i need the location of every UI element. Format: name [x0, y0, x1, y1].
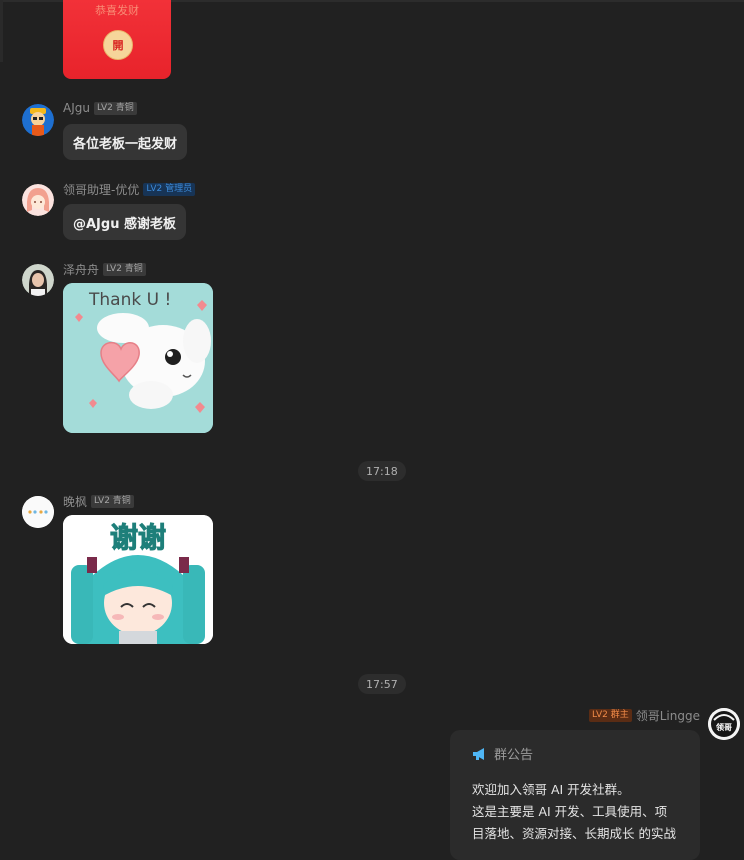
avatar-logo-icon: 领哥: [708, 708, 740, 740]
notice-line: 目落地、资源对接、长期成长 的实战: [472, 826, 676, 841]
message-bubble[interactable]: @AJgu 感谢老板: [63, 204, 186, 240]
thank-you-dog-sticker: Thank U !: [63, 283, 213, 433]
level-badge: LV2 青铜: [93, 101, 137, 115]
owner-badge: LV2 群主: [588, 709, 632, 722]
avatar[interactable]: 领哥: [708, 708, 740, 740]
group-notice-card[interactable]: 群公告 欢迎加入领哥 AI 开发社群。 这是主要是 AI 开发、工具使用、项 目…: [450, 730, 700, 860]
avatar-cartoon-icon: [22, 104, 54, 136]
sticker-caption: Thank U !: [88, 290, 171, 310]
avatar[interactable]: [22, 264, 54, 296]
notice-line: 这是主要是 AI 开发、工具使用、项: [472, 804, 668, 819]
avatar-flower-icon: [22, 496, 54, 528]
svg-text:领哥: 领哥: [716, 722, 732, 732]
notice-line: 欢迎加入领哥 AI 开发社群。: [472, 782, 630, 797]
red-packet-open-button[interactable]: 開: [103, 30, 133, 60]
sender-name[interactable]: 晚枫: [63, 493, 87, 510]
avatar-photo-icon: [22, 264, 54, 296]
timestamp-divider: 17:18: [358, 461, 406, 481]
scroll-edge: [0, 0, 3, 62]
avatar-girl-icon: [22, 184, 54, 216]
sticker-image[interactable]: 谢谢: [63, 515, 213, 644]
admin-badge: LV2 管理员: [143, 183, 196, 196]
red-packet-card[interactable]: 恭喜发财 開: [63, 0, 171, 79]
red-packet-caption: 恭喜发财: [95, 4, 139, 17]
sticker-image[interactable]: Thank U !: [63, 283, 213, 433]
notice-body: 欢迎加入领哥 AI 开发社群。 这是主要是 AI 开发、工具使用、项 目落地、资…: [472, 779, 690, 845]
level-badge: LV2 青铜: [103, 263, 146, 276]
sticker-caption: 谢谢: [110, 521, 166, 554]
sender-name[interactable]: 领哥助理-优优: [63, 181, 139, 198]
avatar[interactable]: [22, 496, 54, 528]
sender-name[interactable]: 泽舟舟: [63, 261, 99, 278]
sender-name[interactable]: AJgu: [63, 101, 90, 115]
megaphone-icon: [473, 747, 484, 760]
thanks-anime-sticker: 谢谢: [63, 515, 213, 644]
sender-name[interactable]: 领哥Lingge: [636, 707, 700, 724]
message-bubble[interactable]: 各位老板一起发财: [63, 124, 188, 160]
avatar[interactable]: [22, 184, 54, 216]
avatar[interactable]: [22, 104, 54, 136]
owner-meta: LV2 群主 领哥Lingge: [588, 707, 700, 724]
notice-title: 群公告: [494, 748, 534, 763]
level-badge: LV2 青铜: [91, 495, 134, 508]
timestamp-divider: 17:57: [358, 674, 406, 694]
